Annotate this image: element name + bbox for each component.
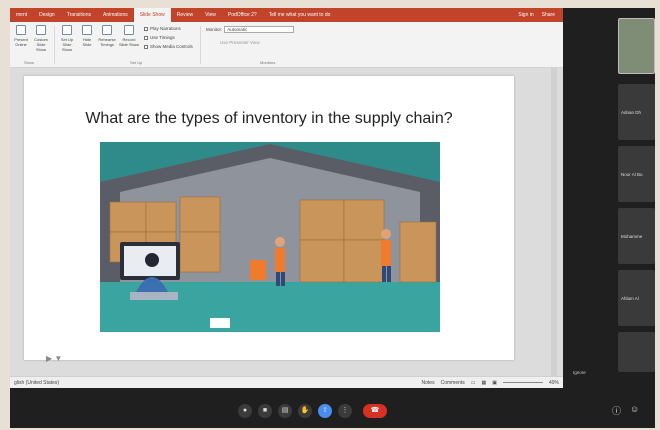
monitor-select[interactable]: Monitor: Automatic bbox=[206, 26, 295, 33]
rehearse-timings-button[interactable]: Rehearse Timings bbox=[98, 25, 116, 47]
tab-slide-show[interactable]: Slide Show bbox=[133, 8, 171, 22]
checkbox bbox=[144, 26, 148, 31]
notes-button[interactable]: Notes bbox=[422, 380, 435, 386]
checkbox bbox=[144, 44, 148, 49]
slide-title: What are the types of inventory in the s… bbox=[85, 110, 453, 127]
raise-hand-icon[interactable]: ✋ bbox=[298, 404, 312, 418]
slide-sorter-icon[interactable]: ▦ bbox=[482, 380, 487, 386]
camera-icon[interactable]: ■ bbox=[258, 404, 272, 418]
meeting-window: ment Design Transitions Animations Slide… bbox=[10, 8, 655, 428]
custom-show-icon bbox=[36, 25, 46, 35]
end-call-icon[interactable]: ☎ bbox=[363, 404, 387, 418]
participant-tile[interactable]: Noor Al Bu bbox=[618, 146, 655, 202]
present-online-icon bbox=[16, 25, 26, 35]
presenter-view-check[interactable]: Use Presenter View bbox=[220, 40, 260, 45]
participant-video-tile[interactable] bbox=[618, 18, 655, 74]
record-slide-show-button[interactable]: Record Slide Show bbox=[118, 25, 140, 47]
zoom-slider[interactable] bbox=[502, 382, 543, 383]
group-label-monitors: Monitors bbox=[260, 60, 276, 65]
custom-slide-show-button[interactable]: Custom Slide Show bbox=[32, 25, 50, 52]
people-icon[interactable]: ☺ bbox=[630, 404, 639, 414]
participant-name: Noor Al Bu bbox=[621, 172, 643, 177]
present-icon[interactable]: ⇧ bbox=[318, 404, 332, 418]
tab-design[interactable]: Design bbox=[33, 12, 61, 18]
slide[interactable]: What are the types of inventory in the s… bbox=[24, 76, 514, 363]
tell-me-search[interactable]: Tell me what you want to do bbox=[263, 12, 337, 18]
warehouse-illustration bbox=[100, 142, 440, 332]
normal-view-icon[interactable]: ▭ bbox=[471, 380, 476, 386]
participant-name: Mohamme bbox=[621, 234, 643, 239]
tab-view[interactable]: View bbox=[199, 12, 222, 18]
speaker-label: Ignore bbox=[573, 370, 586, 375]
comments-button[interactable]: Comments bbox=[441, 380, 465, 386]
use-timings-check[interactable]: Use Timings bbox=[144, 35, 175, 40]
language-status: glish (United States) bbox=[14, 379, 60, 386]
participant-tile[interactable]: Mohamme bbox=[618, 208, 655, 264]
more-icon[interactable]: ⋮ bbox=[338, 404, 352, 418]
participant-tile[interactable]: Adnan Dh bbox=[618, 84, 655, 140]
shared-powerpoint: ment Design Transitions Animations Slide… bbox=[10, 8, 563, 388]
screen: ment Design Transitions Animations Slide… bbox=[0, 0, 660, 430]
group-label-setup: Set Up bbox=[130, 60, 143, 65]
participant-tile[interactable]: Ahlam Al bbox=[618, 270, 655, 326]
record-icon bbox=[124, 25, 134, 35]
participant-strip: Adnan Dh Noor Al Bu Mohamme Ahlam Al bbox=[618, 18, 655, 398]
tab-animations[interactable]: Animations bbox=[97, 12, 134, 18]
tab-review[interactable]: Review bbox=[171, 12, 199, 18]
status-bar: glish (United States) Notes Comments ▭ ▦… bbox=[10, 376, 563, 388]
reading-view-icon[interactable]: ▣ bbox=[492, 380, 497, 386]
hide-slide-icon bbox=[82, 25, 92, 35]
captions-icon[interactable]: ▤ bbox=[278, 404, 292, 418]
ribbon: Present Online Custom Slide Show Set Up … bbox=[10, 22, 563, 68]
monitor-dropdown[interactable]: Automatic bbox=[224, 26, 295, 33]
participant-tile[interactable] bbox=[618, 332, 655, 372]
info-icon[interactable]: ⓘ bbox=[612, 404, 621, 417]
tab-comment[interactable]: ment bbox=[10, 12, 33, 18]
present-online-button[interactable]: Present Online bbox=[12, 25, 30, 47]
divider bbox=[54, 26, 55, 64]
hide-slide-button[interactable]: Hide Slide bbox=[78, 25, 96, 47]
show-media-controls-check[interactable]: Show Media Controls bbox=[144, 44, 193, 49]
mic-icon[interactable]: ● bbox=[238, 404, 252, 418]
zoom-level[interactable]: 49% bbox=[549, 380, 559, 386]
participant-name: Ahlam Al bbox=[621, 296, 639, 301]
tab-transitions[interactable]: Transitions bbox=[61, 12, 97, 18]
sign-in-link[interactable]: Sign in bbox=[518, 12, 533, 18]
set-up-slide-show-button[interactable]: Set Up Slide Show bbox=[58, 25, 76, 52]
meeting-controls: ● ■ ▤ ✋ ⇧ ⋮ ☎ ⓘ ☺ bbox=[10, 398, 655, 428]
timer-icon bbox=[102, 25, 112, 35]
ribbon-tabs: ment Design Transitions Animations Slide… bbox=[10, 8, 563, 22]
vertical-scrollbar[interactable] bbox=[551, 68, 557, 376]
group-label-show: Show bbox=[24, 60, 35, 65]
participant-name: Adnan Dh bbox=[621, 110, 642, 115]
setup-icon bbox=[62, 25, 72, 35]
slide-editor: What are the types of inventory in the s… bbox=[10, 68, 563, 376]
divider bbox=[200, 26, 201, 64]
share-link[interactable]: Share bbox=[542, 12, 555, 18]
checkbox bbox=[144, 35, 148, 40]
slide-nav-arrows[interactable]: ▶ ▼ bbox=[46, 354, 62, 363]
play-narrations-check[interactable]: Play Narrations bbox=[144, 26, 181, 31]
tab-podoffice[interactable]: PodOffice 2? bbox=[222, 12, 263, 18]
